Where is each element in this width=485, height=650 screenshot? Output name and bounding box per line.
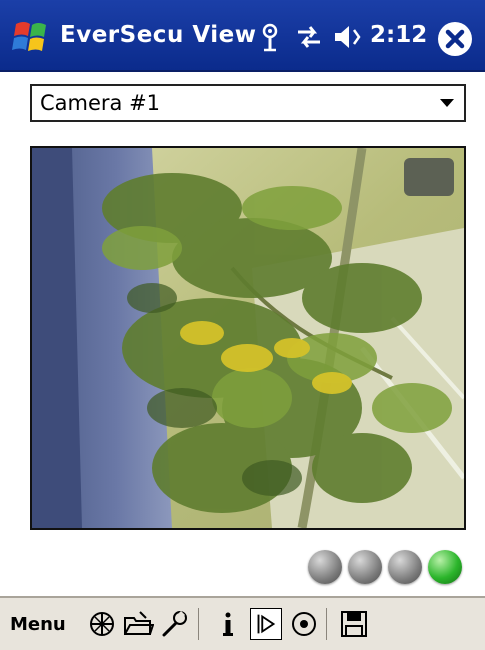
target-icon[interactable] <box>288 608 320 640</box>
volume-icon[interactable] <box>332 22 364 52</box>
status-light-1 <box>308 550 342 584</box>
camera-select[interactable]: Camera #1 <box>30 84 466 122</box>
close-icon[interactable] <box>436 20 474 58</box>
camera-feed-image <box>32 148 464 528</box>
camera-select-value: Camera #1 <box>40 91 161 115</box>
menu-button[interactable]: Menu <box>10 614 66 635</box>
status-light-4-active <box>428 550 462 584</box>
ptz-icon[interactable] <box>86 608 118 640</box>
clock: 2:12 <box>370 22 428 48</box>
camera-video-feed[interactable] <box>30 146 466 530</box>
antenna-icon[interactable] <box>258 22 282 52</box>
app-title: EverSecu View <box>60 22 257 48</box>
settings-wrench-icon[interactable] <box>158 608 190 640</box>
menu-bar: Menu <box>0 596 485 650</box>
windows-start-icon[interactable] <box>10 18 50 56</box>
toolbar-separator <box>198 608 199 640</box>
save-disk-icon[interactable] <box>338 608 370 640</box>
info-icon[interactable] <box>212 608 244 640</box>
play-icon[interactable] <box>250 608 282 640</box>
status-light-3 <box>388 550 422 584</box>
toolbar-separator <box>326 608 327 640</box>
connectivity-icon[interactable] <box>294 22 324 52</box>
chevron-down-icon[interactable] <box>440 99 454 107</box>
status-light-2 <box>348 550 382 584</box>
title-bar: EverSecu View 2:12 <box>0 0 485 72</box>
open-folder-icon[interactable] <box>122 608 154 640</box>
